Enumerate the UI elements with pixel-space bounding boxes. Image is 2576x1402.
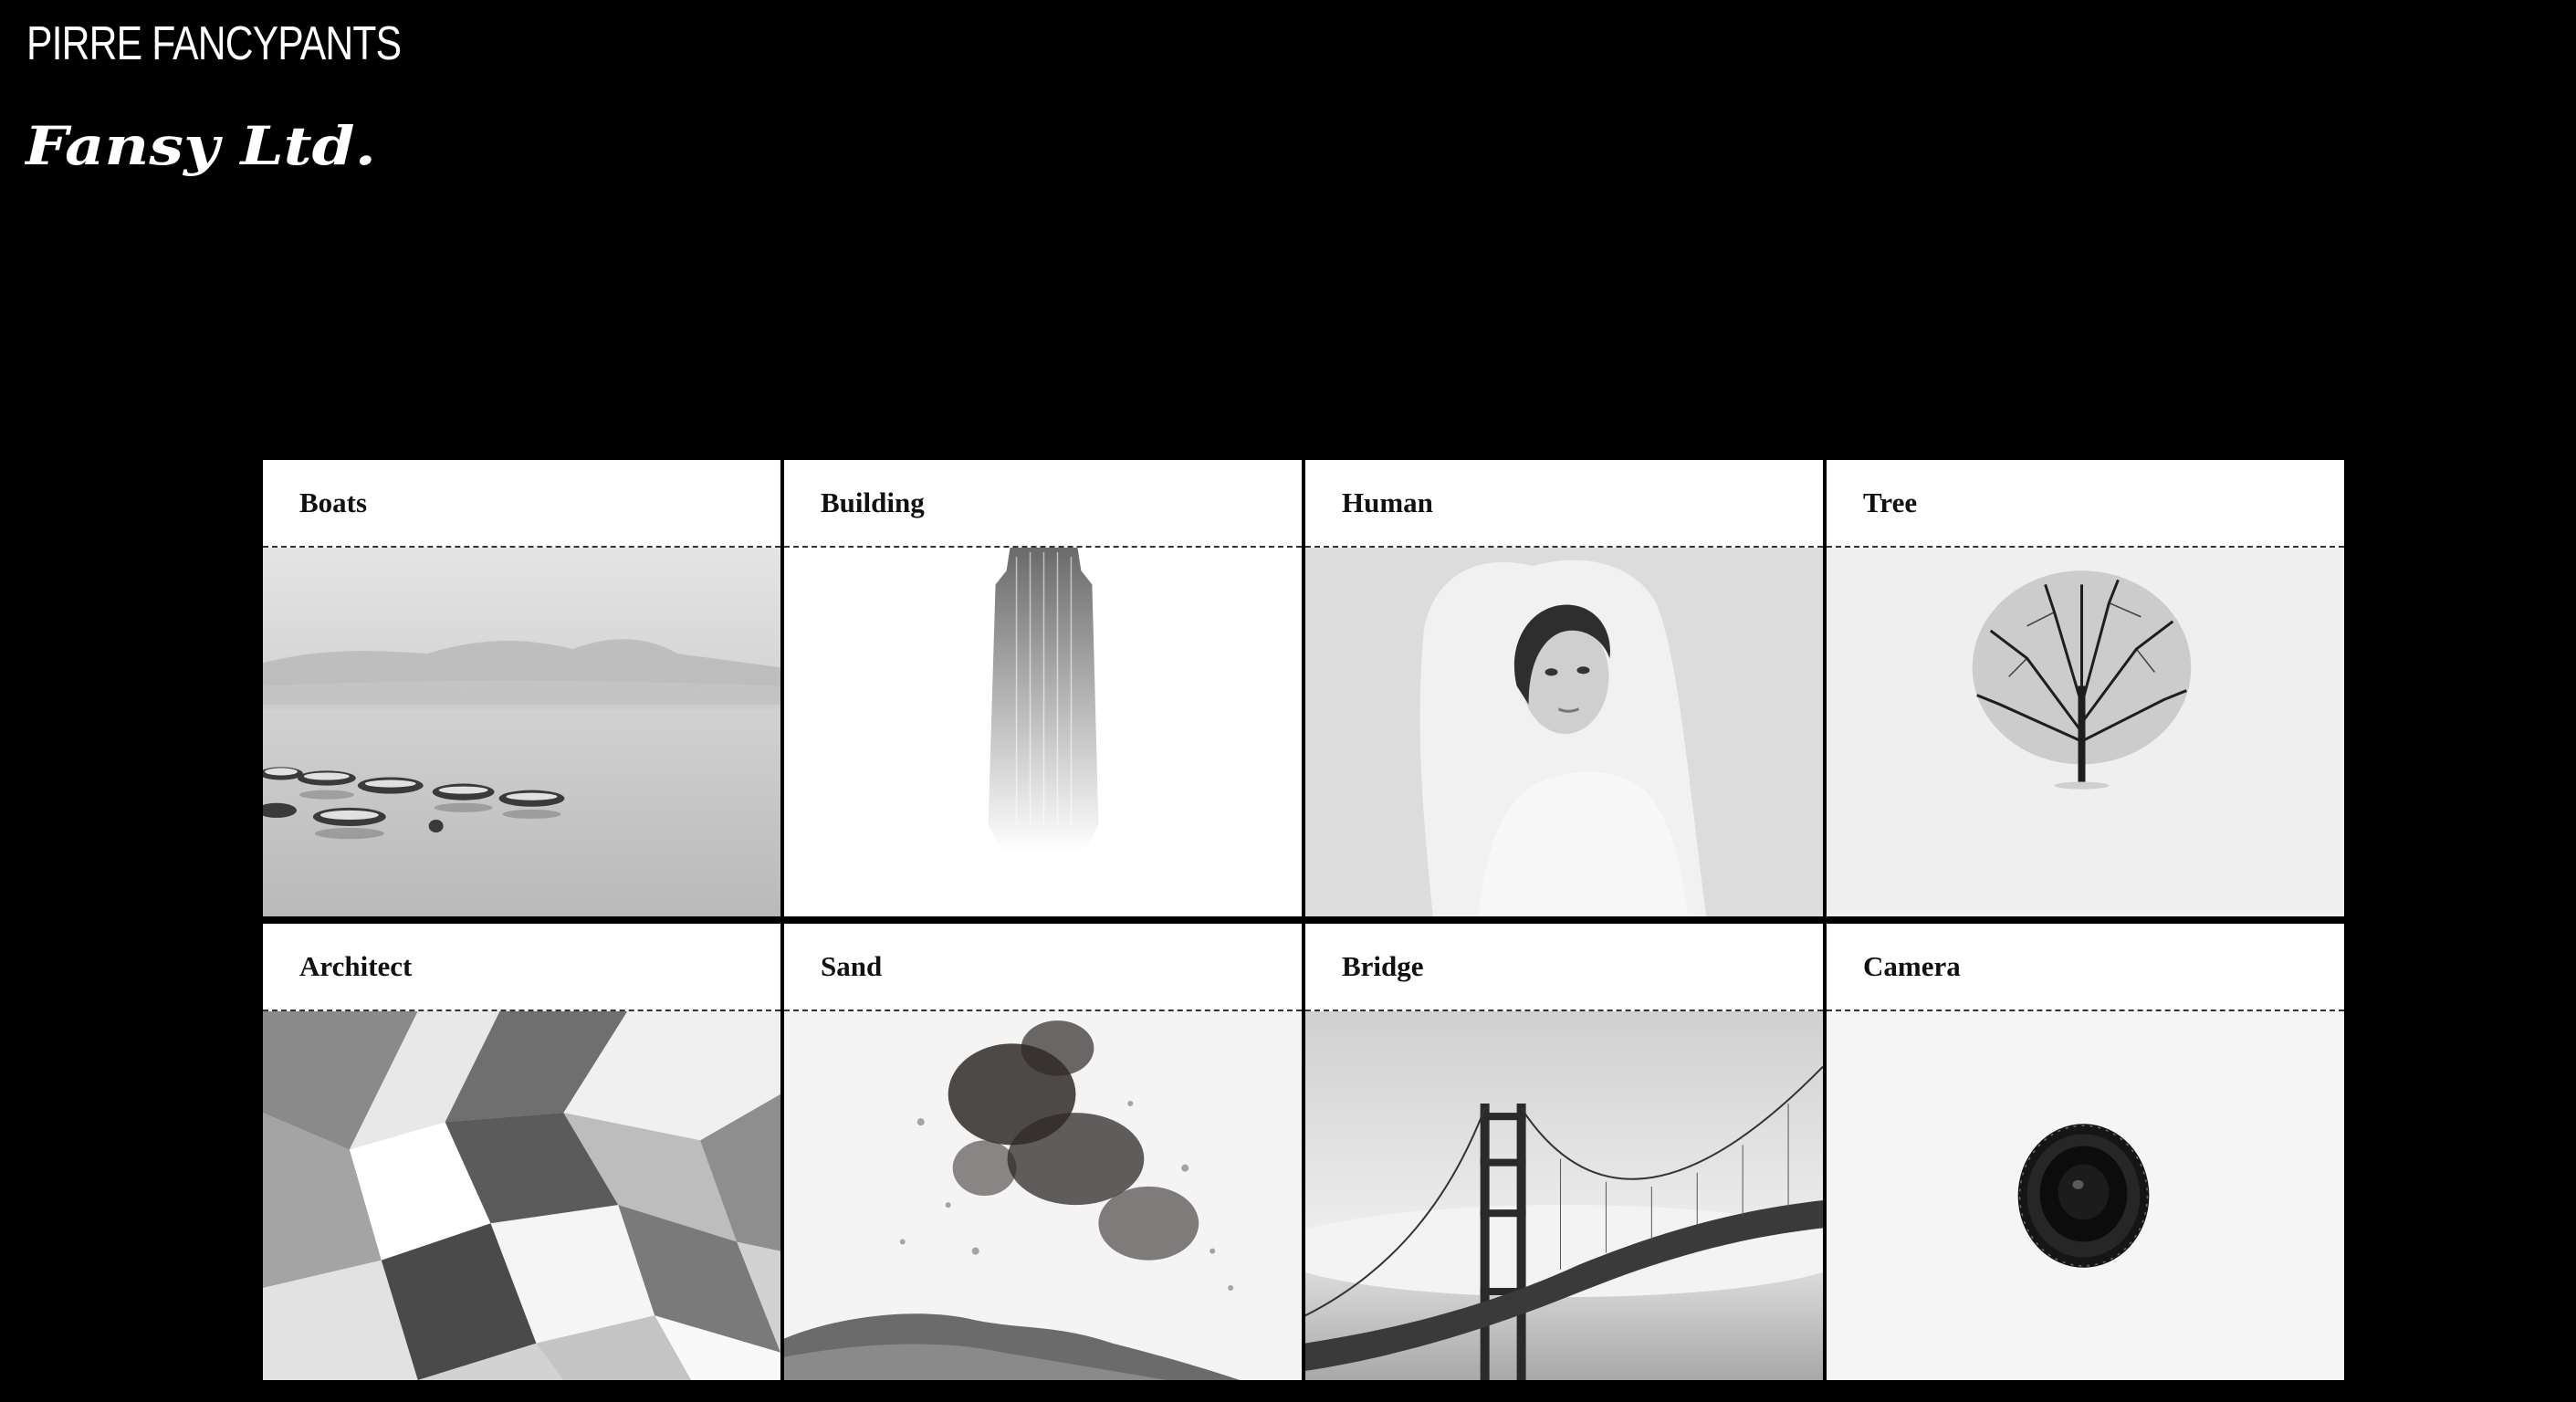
gallery-card-human[interactable]: Human [1305,460,1823,916]
gallery-card-bridge[interactable]: Bridge [1305,924,1823,1380]
company-logo[interactable]: Fansy Ltd. [25,108,390,181]
logo-text: Fansy Ltd. [25,115,376,177]
card-title: Bridge [1342,950,1424,982]
card-header: Human [1305,460,1823,548]
site-header: PIRRE FANCYPANTS [26,11,483,77]
card-header: Sand [784,924,1302,1011]
card-title: Sand [821,950,883,982]
gallery-grid: Boats Building Human Tree Architect Sand… [263,460,2344,1380]
card-header: Camera [1827,924,2344,1011]
tree-image[interactable] [1827,548,2344,916]
card-title: Building [821,487,925,518]
gallery-card-tree[interactable]: Tree [1827,460,2344,916]
gallery-card-sand[interactable]: Sand [784,924,1302,1380]
card-title: Camera [1863,950,1961,982]
gallery-card-building[interactable]: Building [784,460,1302,916]
human-image[interactable] [1305,548,1823,916]
gallery-card-camera[interactable]: Camera [1827,924,2344,1380]
gallery-card-boats[interactable]: Boats [263,460,780,916]
card-title: Architect [299,950,413,982]
building-image[interactable] [784,548,1302,916]
card-header: Boats [263,460,780,548]
boats-image[interactable] [263,548,780,916]
card-header: Tree [1827,460,2344,548]
sand-image[interactable] [784,1011,1302,1380]
card-title: Tree [1863,487,1918,518]
architect-image[interactable] [263,1011,780,1380]
site-name[interactable]: PIRRE FANCYPANTS [26,11,402,77]
card-header: Bridge [1305,924,1823,1011]
card-header: Building [784,460,1302,548]
camera-image[interactable] [1827,1011,2344,1380]
gallery-card-architect[interactable]: Architect [263,924,780,1380]
bridge-image[interactable] [1305,1011,1823,1380]
card-header: Architect [263,924,780,1011]
card-title: Human [1342,487,1433,518]
card-title: Boats [299,487,368,518]
